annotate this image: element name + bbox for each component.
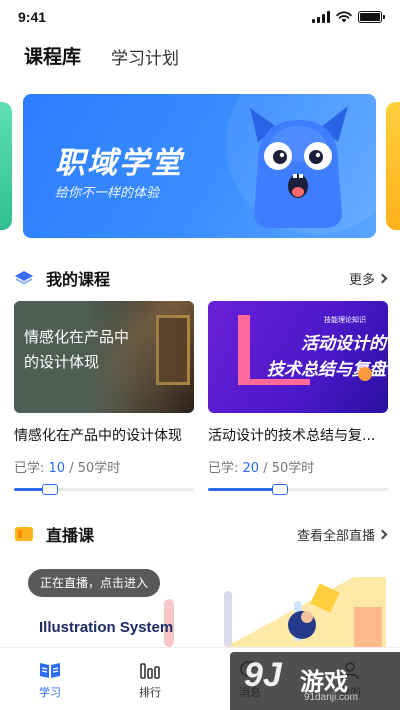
progress-learned: 20 xyxy=(242,461,260,476)
status-time: 9:41 xyxy=(18,9,47,25)
illustration-title: Illustration System xyxy=(39,619,174,636)
chevron-right-icon xyxy=(377,273,388,283)
course-progress-text-1: 已学: 10 / 50学时 xyxy=(14,457,194,476)
progress-bar-2 xyxy=(208,484,388,495)
decor-dot xyxy=(358,367,372,381)
chevron-right-icon xyxy=(377,529,388,539)
my-courses-more-label: 更多 xyxy=(348,272,375,288)
tab-study[interactable]: 学习 xyxy=(0,648,100,710)
thumb-text-line: 的设计体现 xyxy=(24,353,100,371)
banner-carousel[interactable]: 职域学堂 给你不一样的体验 xyxy=(0,94,400,240)
watermark-logo-number: 9J xyxy=(244,656,282,694)
signal-icon xyxy=(312,11,330,23)
mascot-illustration xyxy=(250,106,348,228)
my-courses-title-text: 我的课程 xyxy=(46,270,111,289)
course-thumb-text-1: 情感化在产品中 的设计体现 xyxy=(24,325,129,375)
status-icons xyxy=(312,11,385,23)
live-banner[interactable]: 正在直播，点击进入 Illustration System xyxy=(14,557,386,647)
book-icon xyxy=(38,660,62,680)
live-icon xyxy=(15,527,33,541)
watermark-url: 91danji.com xyxy=(304,692,358,703)
course-thumbnail-1[interactable]: 情感化在产品中 的设计体现 xyxy=(14,301,194,413)
view-all-live-link[interactable]: 查看全部直播 xyxy=(296,525,388,544)
progress-knob xyxy=(42,484,58,495)
live-now-pill[interactable]: 正在直播，点击进入 xyxy=(28,569,161,597)
tab-study-plan[interactable]: 学习计划 xyxy=(111,44,179,69)
live-title: 直播课 xyxy=(14,522,94,546)
status-bar: 9:41 xyxy=(0,0,400,34)
battery-icon xyxy=(358,11,385,23)
banner-next-peek[interactable] xyxy=(386,102,400,230)
banner-prev-peek[interactable] xyxy=(0,102,12,230)
my-courses-header: 我的课程 更多 xyxy=(14,266,388,290)
live-title-text: 直播课 xyxy=(46,526,95,545)
tab-ranking[interactable]: 排行 xyxy=(100,648,200,710)
thumb-tag: 技能理论知识 xyxy=(324,316,366,324)
my-courses-title: 我的课程 xyxy=(14,266,110,290)
progress-fill xyxy=(208,488,280,491)
banner-main[interactable]: 职域学堂 给你不一样的体验 xyxy=(23,94,376,238)
progress-bar-1 xyxy=(14,484,194,495)
progress-knob xyxy=(272,484,288,495)
thumb-text-line: 活动设计的 xyxy=(301,334,386,354)
wifi-icon xyxy=(336,11,352,23)
my-courses-more-link[interactable]: 更多 xyxy=(348,269,388,288)
course-thumbnail-2[interactable]: 技能理论知识 活动设计的 技术总结与复盘 xyxy=(208,301,388,413)
thumb-text-line: 情感化在产品中 xyxy=(24,328,130,346)
course-card-1[interactable]: 情感化在产品中 的设计体现 情感化在产品中的设计体现 已学: 10 / 50学时 xyxy=(14,301,194,495)
illustration-graphic xyxy=(164,577,386,647)
progress-prefix: 已学: xyxy=(14,461,45,476)
tab-ranking-label: 排行 xyxy=(139,686,161,699)
progress-suffix: / 50学时 xyxy=(69,461,121,476)
bar-chart-icon xyxy=(138,660,162,680)
tab-course-library[interactable]: 课程库 xyxy=(24,42,81,69)
banner-title: 职域学堂 xyxy=(55,146,183,181)
course-card-2[interactable]: 技能理论知识 活动设计的 技术总结与复盘 活动设计的技术总结与复... 已学: … xyxy=(208,301,388,495)
live-header: 直播课 查看全部直播 xyxy=(14,522,388,546)
site-watermark: 9J 游戏 91danji.com xyxy=(230,652,400,710)
view-all-live-label: 查看全部直播 xyxy=(296,528,375,544)
tab-study-label: 学习 xyxy=(39,686,61,699)
progress-learned: 10 xyxy=(48,461,66,476)
top-tabs: 课程库 学习计划 xyxy=(24,42,179,69)
progress-suffix: / 50学时 xyxy=(263,461,315,476)
course-progress-text-2: 已学: 20 / 50学时 xyxy=(208,457,388,476)
banner-subtitle: 给你不一样的体验 xyxy=(55,186,160,201)
course-title-2[interactable]: 活动设计的技术总结与复... xyxy=(208,425,388,445)
course-title-1[interactable]: 情感化在产品中的设计体现 xyxy=(14,425,194,445)
layers-icon xyxy=(15,271,33,285)
progress-prefix: 已学: xyxy=(208,461,239,476)
